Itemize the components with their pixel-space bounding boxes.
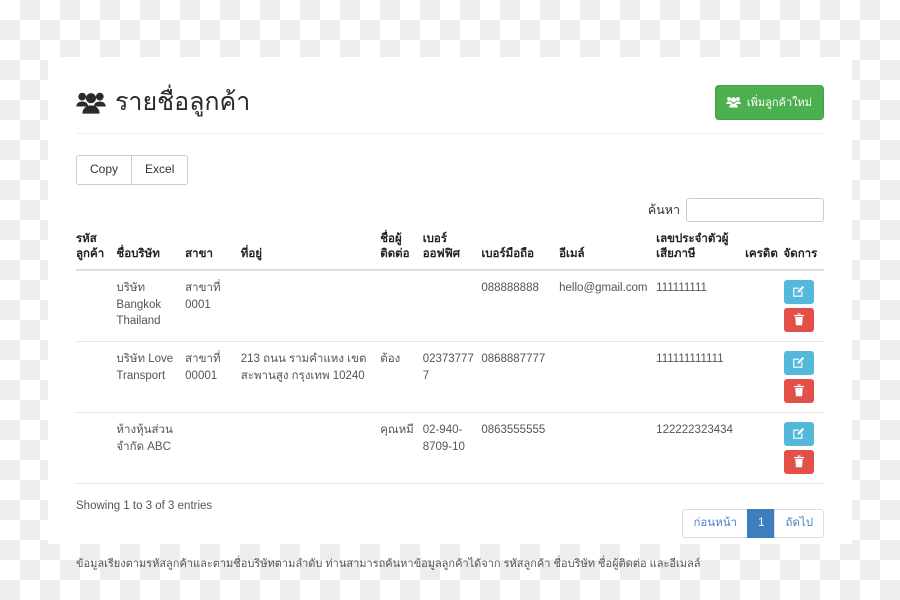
cell-credit (745, 412, 784, 484)
cell-contact: ต้อง (380, 341, 423, 413)
cell-code (76, 341, 117, 413)
export-button-group: Copy Excel (76, 155, 189, 185)
column-header-branch[interactable]: สาขา (185, 231, 241, 271)
cell-office-phone: 02-940-8709-10 (422, 412, 482, 484)
row-actions (783, 421, 824, 474)
table-footer: Showing 1 to 3 of 3 entries ก่อนหน้า 1 ถ… (76, 497, 824, 538)
customer-list-card: รายชื่อลูกค้า เพิ่มลูกค้าใหม่ Copy Excel… (48, 57, 852, 570)
cell-office-phone (422, 269, 482, 342)
column-header-credit[interactable]: เครดิต (745, 231, 784, 271)
trash-icon (793, 384, 805, 397)
add-customer-button-label: เพิ่มลูกค้าใหม่ (746, 97, 812, 109)
edit-row-button[interactable] (783, 421, 814, 446)
search-label: ค้นหา (647, 202, 680, 217)
users-icon (726, 96, 741, 108)
cell-branch: สาขาที่ 0001 (185, 269, 241, 342)
cell-email: hello@gmail.com (559, 269, 657, 342)
table-header-row: รหัสลูกค้า ชื่อบริษัท สาขา ที่อยู่ ชื่อผ… (76, 231, 824, 271)
column-header-office-phone[interactable]: เบอร์ออฟฟิศ (422, 231, 482, 271)
edit-row-button[interactable] (783, 350, 814, 375)
table-body: บริษัท Bangkok Thailand สาขาที่ 0001 088… (76, 269, 824, 484)
column-header-contact[interactable]: ชื่อผู้ติดต่อ (380, 231, 423, 271)
cell-manage (783, 341, 824, 413)
trash-icon (793, 455, 805, 468)
add-customer-button[interactable]: เพิ่มลูกค้าใหม่ (714, 85, 824, 120)
column-header-address[interactable]: ที่อยู่ (240, 231, 381, 271)
cell-email (559, 412, 657, 484)
search-input[interactable] (686, 197, 824, 222)
copy-button[interactable]: Copy (76, 155, 133, 185)
edit-square-icon (792, 356, 805, 369)
cell-contact (380, 269, 423, 342)
cell-branch: สาขาที่ 00001 (185, 341, 241, 413)
cell-address (240, 269, 381, 342)
excel-button[interactable]: Excel (132, 155, 189, 185)
cell-mobile-phone: 0863555555 (481, 412, 560, 484)
edit-square-icon (792, 427, 805, 440)
column-header-code[interactable]: รหัสลูกค้า (76, 231, 117, 271)
card-inner: รายชื่อลูกค้า เพิ่มลูกค้าใหม่ Copy Excel… (48, 57, 852, 570)
cell-address (240, 412, 381, 484)
pagination: ก่อนหน้า 1 ถัดไป (682, 508, 824, 538)
delete-row-button[interactable] (783, 449, 814, 474)
entries-info: Showing 1 to 3 of 3 entries (76, 499, 213, 512)
column-header-manage[interactable]: จัดการ (783, 231, 824, 271)
cell-contact: คุณหมี (380, 412, 423, 484)
cell-manage (783, 269, 824, 342)
cell-company: บริษัท Bangkok Thailand (116, 269, 186, 342)
cell-email (559, 341, 657, 413)
cell-code (76, 412, 117, 484)
users-icon (76, 91, 106, 114)
edit-row-button[interactable] (783, 279, 814, 304)
table-row: บริษัท Love Transport สาขาที่ 00001 213 … (76, 341, 824, 413)
table-row: ห้างหุ้นส่วนจำกัด ABC คุณหมี 02-940-8709… (76, 412, 824, 484)
page-title: รายชื่อลูกค้า (76, 87, 251, 117)
page-title-text: รายชื่อลูกค้า (115, 87, 251, 116)
table-row: บริษัท Bangkok Thailand สาขาที่ 0001 088… (76, 269, 824, 342)
search-row: ค้นหา (76, 197, 824, 222)
cell-company: บริษัท Love Transport (116, 341, 186, 413)
export-toolbar: Copy Excel (76, 155, 824, 185)
pagination-previous-button[interactable]: ก่อนหน้า (682, 508, 749, 538)
cell-tax-id: 111111111 (656, 269, 746, 342)
delete-row-button[interactable] (783, 307, 814, 332)
cell-tax-id: 122222323434 (656, 412, 746, 484)
cell-office-phone: 023737777 (422, 341, 482, 413)
cell-address: 213 ถนน รามคำแหง เขตสะพานสูง กรุงเทพ 102… (240, 341, 381, 413)
cell-company: ห้างหุ้นส่วนจำกัด ABC (116, 412, 186, 484)
customers-table: รหัสลูกค้า ชื่อบริษัท สาขา ที่อยู่ ชื่อผ… (76, 231, 824, 484)
cell-branch (185, 412, 241, 484)
cell-code (76, 269, 117, 342)
column-header-mobile-phone[interactable]: เบอร์มือถือ (481, 231, 560, 271)
cell-credit (745, 269, 784, 342)
cell-credit (745, 341, 784, 413)
pagination-next-button[interactable]: ถัดไป (774, 508, 824, 538)
column-header-company[interactable]: ชื่อบริษัท (116, 231, 186, 271)
row-actions (783, 279, 824, 332)
column-header-email[interactable]: อีเมล์ (559, 231, 657, 271)
table-head: รหัสลูกค้า ชื่อบริษัท สาขา ที่อยู่ ชื่อผ… (76, 231, 824, 271)
cell-manage (783, 412, 824, 484)
cell-mobile-phone: 088888888 (481, 269, 560, 342)
row-actions (783, 350, 824, 403)
footer-note: ข้อมูลเรียงตามรหัสลูกค้าและตามชื่อบริษัท… (76, 557, 701, 570)
delete-row-button[interactable] (783, 378, 814, 403)
column-header-tax-id[interactable]: เลขประจำตัวผู้เสียภาษี (656, 231, 746, 271)
trash-icon (793, 313, 805, 326)
edit-square-icon (792, 285, 805, 298)
cell-tax-id: 111111111111 (656, 341, 746, 413)
pagination-page-1-button[interactable]: 1 (747, 508, 776, 538)
cell-mobile-phone: 0868887777 (481, 341, 560, 413)
page-header: รายชื่อลูกค้า เพิ่มลูกค้าใหม่ (76, 85, 824, 134)
